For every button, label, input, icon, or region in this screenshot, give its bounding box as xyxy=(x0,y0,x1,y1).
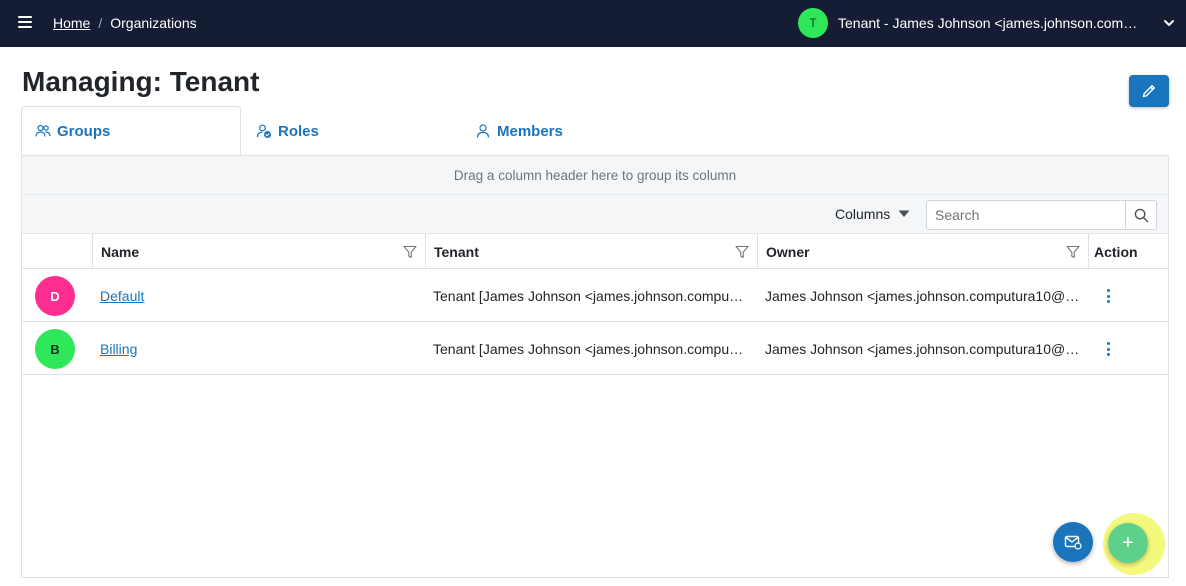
cell-tenant: Tenant [James Johnson <james.johnson.com… xyxy=(433,269,746,322)
group-owner: James Johnson <james.johnson.computura10… xyxy=(765,287,1081,304)
chevron-down-icon[interactable] xyxy=(1163,18,1175,28)
column-header-action: Action xyxy=(1088,234,1168,269)
cell-owner: James Johnson <james.johnson.computura10… xyxy=(765,322,1081,375)
search-box xyxy=(926,200,1157,230)
grid-toolbar: Columns xyxy=(22,195,1168,234)
columns-button-label: Columns xyxy=(835,206,891,222)
pencil-icon xyxy=(1142,85,1155,98)
column-header-name[interactable]: Name xyxy=(92,234,425,269)
users-group-icon xyxy=(35,124,51,137)
tab-members[interactable]: Members xyxy=(475,106,563,156)
edit-button[interactable] xyxy=(1129,75,1169,107)
hamburger-icon[interactable] xyxy=(18,16,32,30)
tab-roles[interactable]: Roles xyxy=(256,106,319,156)
user-icon xyxy=(476,124,490,138)
row-actions-kebab-icon[interactable] xyxy=(1105,341,1111,357)
group-tenant: Tenant [James Johnson <james.johnson.com… xyxy=(433,287,746,304)
groups-grid: Drag a column header here to group its c… xyxy=(21,155,1169,578)
mail-settings-button[interactable] xyxy=(1053,522,1093,562)
filter-icon[interactable] xyxy=(1066,245,1080,259)
breadcrumb-home-link[interactable]: Home xyxy=(53,15,90,31)
cell-name: Billing xyxy=(100,322,420,375)
tab-groups[interactable]: Groups xyxy=(21,106,241,156)
search-input[interactable] xyxy=(927,201,1125,229)
group-tenant: Tenant [James Johnson <james.johnson.com… xyxy=(433,340,746,357)
breadcrumb: Home / Organizations xyxy=(53,15,197,31)
row-actions-kebab-icon[interactable] xyxy=(1105,288,1111,304)
column-header-tenant[interactable]: Tenant xyxy=(425,234,757,269)
group-name-link[interactable]: Default xyxy=(100,288,144,304)
breadcrumb-current: Organizations xyxy=(110,15,197,31)
columns-button[interactable]: Columns xyxy=(835,206,910,222)
plus-icon: + xyxy=(1122,531,1134,554)
group-panel-text: Drag a column header here to group its c… xyxy=(453,167,737,183)
column-header-name-label: Name xyxy=(101,243,140,260)
group-avatar: D xyxy=(35,276,75,316)
cell-owner: James Johnson <james.johnson.computura10… xyxy=(765,269,1081,322)
search-icon xyxy=(1134,208,1148,222)
search-button[interactable] xyxy=(1125,201,1156,229)
column-header-owner-label: Owner xyxy=(766,243,810,260)
filter-icon[interactable] xyxy=(735,245,749,259)
column-header-action-label: Action xyxy=(1094,243,1138,260)
user-menu[interactable]: T Tenant - James Johnson <james.johnson.… xyxy=(798,8,1138,38)
add-group-button[interactable]: + xyxy=(1108,523,1148,563)
group-owner: James Johnson <james.johnson.computura10… xyxy=(765,340,1081,357)
caret-down-icon xyxy=(898,210,910,217)
group-by-panel[interactable]: Drag a column header here to group its c… xyxy=(22,156,1168,195)
tab-roles-label: Roles xyxy=(278,122,319,140)
table-row: B Billing Tenant [James Johnson <james.j… xyxy=(22,322,1168,375)
tab-members-label: Members xyxy=(497,122,563,140)
user-check-icon xyxy=(256,124,271,138)
user-label[interactable]: Tenant - James Johnson <james.johnson.co… xyxy=(838,15,1138,31)
table-row: D Default Tenant [James Johnson <james.j… xyxy=(22,269,1168,322)
filter-icon[interactable] xyxy=(403,245,417,259)
user-avatar: T xyxy=(798,8,828,38)
mail-settings-icon xyxy=(1064,535,1082,550)
tab-groups-label: Groups xyxy=(57,122,111,140)
column-header-tenant-label: Tenant xyxy=(434,243,479,260)
top-navbar: Home / Organizations T Tenant - James Jo… xyxy=(0,0,1186,47)
breadcrumb-separator: / xyxy=(98,15,103,31)
cell-tenant: Tenant [James Johnson <james.johnson.com… xyxy=(433,322,746,375)
group-name-link[interactable]: Billing xyxy=(100,341,137,357)
tab-bar: Groups Roles Members xyxy=(21,106,1169,156)
grid-header-row: Name Tenant Owner Action xyxy=(22,234,1168,269)
page-title: Managing: Tenant xyxy=(22,66,260,97)
group-avatar: B xyxy=(35,329,75,369)
cell-name: Default xyxy=(100,269,420,322)
column-header-owner[interactable]: Owner xyxy=(757,234,1088,269)
